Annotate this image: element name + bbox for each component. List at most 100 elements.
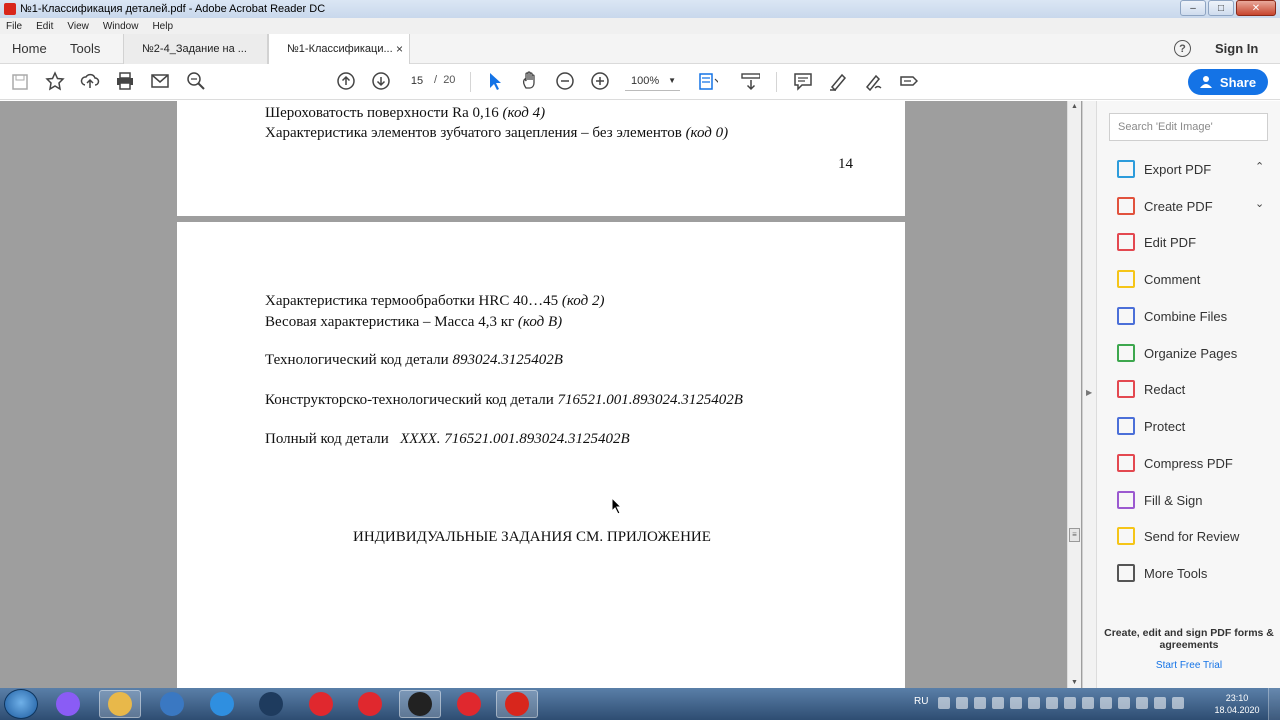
tool-compress-pdf[interactable]: Compress PDF xyxy=(1117,452,1233,474)
tool-send-for-review[interactable]: Send for Review xyxy=(1117,525,1239,547)
menu-file[interactable]: File xyxy=(6,21,22,32)
comment-icon[interactable] xyxy=(793,71,813,91)
tray-icon[interactable] xyxy=(1010,697,1022,709)
tab-tools[interactable]: Tools xyxy=(70,41,100,56)
tool-comment[interactable]: Comment xyxy=(1117,268,1200,290)
taskbar-yandex-app[interactable] xyxy=(349,690,391,718)
help-icon[interactable]: ? xyxy=(1174,40,1191,57)
tool-edit-pdf[interactable]: Edit PDF xyxy=(1117,231,1196,253)
zoom-select[interactable]: 100% ▼ xyxy=(625,71,680,91)
page-down-icon[interactable] xyxy=(371,71,391,91)
taskbar-opera[interactable] xyxy=(300,690,342,718)
taskbar-acrobat-reader[interactable] xyxy=(496,690,538,718)
chevron-up-icon[interactable]: ⌃ xyxy=(1255,160,1264,173)
tool-more-tools[interactable]: More Tools xyxy=(1117,562,1207,584)
zoom-out-icon[interactable] xyxy=(555,71,575,91)
taskbar-control-panel[interactable] xyxy=(151,690,193,718)
select-cursor-icon[interactable] xyxy=(485,71,505,91)
taskbar-file-explorer[interactable] xyxy=(99,690,141,718)
upload-icon[interactable] xyxy=(80,71,100,91)
tray-icon[interactable] xyxy=(1154,697,1166,709)
minimize-button[interactable]: – xyxy=(1180,0,1206,16)
menu-view[interactable]: View xyxy=(67,21,89,32)
scroll-up-icon[interactable]: ▲ xyxy=(1071,103,1078,110)
tray-icon[interactable] xyxy=(938,697,950,709)
star-icon[interactable] xyxy=(45,71,65,91)
zoom-in-icon[interactable] xyxy=(590,71,610,91)
page-total-count: 20 xyxy=(443,74,456,86)
tab-document-2-4[interactable]: №2-4_Задание на ... xyxy=(123,34,268,64)
right-panel-toggle[interactable]: ▶ xyxy=(1082,101,1096,688)
tray-icon[interactable] xyxy=(956,697,968,709)
tray-icon[interactable] xyxy=(1082,697,1094,709)
system-clock[interactable]: 23:10 18.04.2020 xyxy=(1212,692,1262,716)
taskbar-obs-studio[interactable] xyxy=(399,690,441,718)
taskbar-obs-like-app[interactable] xyxy=(250,690,292,718)
save-icon[interactable] xyxy=(10,72,30,92)
document-viewer[interactable]: Шероховатость поверхности Ra 0,16 (код 4… xyxy=(0,101,1082,688)
tools-search-input[interactable]: Search 'Edit Image' xyxy=(1109,113,1268,141)
close-window-button[interactable]: ✕ xyxy=(1236,0,1276,16)
line-text: Характеристика термообработки HRC 40…45 xyxy=(265,293,559,309)
scrollbar-thumb[interactable]: ≡ xyxy=(1069,528,1080,542)
menu-edit[interactable]: Edit xyxy=(36,21,53,32)
tray-icon[interactable] xyxy=(1046,697,1058,709)
tray-icon[interactable] xyxy=(1172,697,1184,709)
share-button[interactable]: Share xyxy=(1188,69,1268,95)
compress-pdf-icon xyxy=(1117,454,1135,472)
document-line: Шероховатость поверхности Ra 0,16 (код 4… xyxy=(265,105,545,122)
chevron-down-icon[interactable]: ⌄ xyxy=(1255,197,1264,210)
tray-icon[interactable] xyxy=(1064,697,1076,709)
tool-fill-sign[interactable]: Fill & Sign xyxy=(1117,489,1203,511)
tray-icon[interactable] xyxy=(974,697,986,709)
tray-icon[interactable] xyxy=(992,697,1004,709)
menu-help[interactable]: Help xyxy=(152,21,173,32)
taskbar-internet-explorer[interactable] xyxy=(201,690,243,718)
tool-redact[interactable]: Redact xyxy=(1117,378,1185,400)
more-share-icon[interactable] xyxy=(898,71,918,91)
line-code: XXXX. 716521.001.893024.3125402В xyxy=(400,431,630,447)
collapse-right-icon: ▶ xyxy=(1086,388,1093,397)
page-up-icon[interactable] xyxy=(336,71,356,91)
show-desktop-button[interactable] xyxy=(1268,688,1280,720)
start-button[interactable] xyxy=(4,689,38,719)
language-indicator[interactable]: RU xyxy=(914,696,928,707)
tool-export-pdf[interactable]: Export PDF ⌃ xyxy=(1117,158,1264,180)
search-zoom-icon[interactable] xyxy=(186,71,206,91)
fit-page-icon[interactable] xyxy=(698,71,718,91)
sign-in-link[interactable]: Sign In xyxy=(1215,41,1258,56)
tool-organize-pages[interactable]: Organize Pages xyxy=(1117,342,1237,364)
tray-icon[interactable] xyxy=(1028,697,1040,709)
scroll-mode-icon[interactable] xyxy=(740,71,760,91)
tray-icon[interactable] xyxy=(1136,697,1148,709)
vertical-scrollbar[interactable]: ▲ ≡ ▼ xyxy=(1067,101,1081,688)
page-number-input[interactable]: 15 xyxy=(404,71,430,91)
tool-create-pdf[interactable]: Create PDF ⌄ xyxy=(1117,195,1264,217)
tray-icon[interactable] xyxy=(1118,697,1130,709)
scroll-down-icon[interactable]: ▼ xyxy=(1071,679,1078,686)
add-user-icon xyxy=(1199,76,1212,88)
pdf-page-15: Характеристика термообработки HRC 40…45 … xyxy=(177,222,905,688)
tool-combine-files[interactable]: Combine Files xyxy=(1117,305,1227,327)
menu-window[interactable]: Window xyxy=(103,21,139,32)
comment-icon xyxy=(1117,270,1135,288)
highlight-pen-icon[interactable] xyxy=(828,71,848,91)
tool-protect[interactable]: Protect xyxy=(1117,415,1185,437)
sign-icon[interactable] xyxy=(863,71,883,91)
obs-like-app-icon xyxy=(259,692,283,716)
close-tab-icon[interactable]: × xyxy=(396,42,403,56)
tab-home[interactable]: Home xyxy=(12,41,47,56)
tab-document-1-active[interactable]: №1-Классификаци... × xyxy=(268,34,410,64)
taskbar-yandex-browser[interactable] xyxy=(448,690,490,718)
print-icon[interactable] xyxy=(115,71,135,91)
email-icon[interactable] xyxy=(150,71,170,91)
maximize-button[interactable]: □ xyxy=(1208,0,1234,16)
hand-icon[interactable] xyxy=(520,70,540,90)
edit-pdf-icon xyxy=(1117,233,1135,251)
tray-icon[interactable] xyxy=(1100,697,1112,709)
line-code: (код 4) xyxy=(502,105,546,121)
share-label: Share xyxy=(1219,74,1257,90)
taskbar-alice-app[interactable] xyxy=(47,690,89,718)
start-free-trial-link[interactable]: Start Free Trial xyxy=(1097,660,1280,671)
yandex-app-icon xyxy=(358,692,382,716)
